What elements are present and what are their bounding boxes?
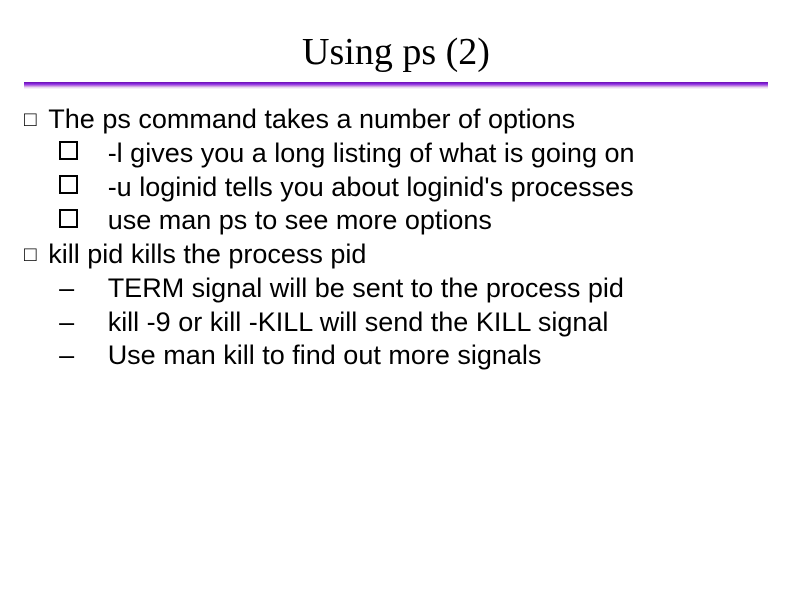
text: use bbox=[108, 205, 159, 235]
title-underline bbox=[24, 82, 768, 89]
square-thick-icon bbox=[83, 137, 107, 171]
bullet-l1: The ps command takes a number of options bbox=[24, 103, 768, 137]
bullet-l2: TERM signal will be sent to the process … bbox=[24, 272, 768, 306]
text: kills the process pid bbox=[123, 239, 366, 269]
text: -l gives you a long listing of what is g… bbox=[108, 138, 635, 168]
text: kill -9 or kill -KILL will send the KILL… bbox=[108, 307, 609, 337]
square-outline-icon bbox=[24, 103, 48, 137]
text: man ps bbox=[159, 205, 248, 235]
text: to see more options bbox=[247, 205, 492, 235]
text: to find out more signals bbox=[255, 340, 542, 370]
dash-icon bbox=[83, 272, 107, 306]
bullet-l2: -u loginid tells you about loginid's pro… bbox=[24, 171, 768, 205]
square-thick-icon bbox=[83, 204, 107, 238]
text: ps bbox=[102, 104, 131, 134]
square-outline-icon bbox=[24, 238, 48, 272]
text: The bbox=[48, 104, 102, 134]
text: -u loginid tells you about loginid's pro… bbox=[108, 172, 634, 202]
text: command takes a number of options bbox=[131, 104, 575, 134]
dash-icon bbox=[83, 306, 107, 340]
slide: Using ps (2) The ps command takes a numb… bbox=[0, 0, 792, 612]
text: TERM signal will be sent to the process … bbox=[108, 273, 624, 303]
text: kill pid bbox=[48, 239, 123, 269]
slide-title: Using ps (2) bbox=[24, 30, 768, 74]
slide-body: The ps command takes a number of options… bbox=[24, 103, 768, 373]
bullet-l2: kill -9 or kill -KILL will send the KILL… bbox=[24, 306, 768, 340]
text: Use bbox=[108, 340, 164, 370]
bullet-l2: use man ps to see more options bbox=[24, 204, 768, 238]
text: man kill bbox=[163, 340, 255, 370]
square-thick-icon bbox=[83, 171, 107, 205]
dash-icon bbox=[83, 339, 107, 373]
bullet-l2: -l gives you a long listing of what is g… bbox=[24, 137, 768, 171]
bullet-l1: kill pid kills the process pid bbox=[24, 238, 768, 272]
bullet-l2: Use man kill to find out more signals bbox=[24, 339, 768, 373]
